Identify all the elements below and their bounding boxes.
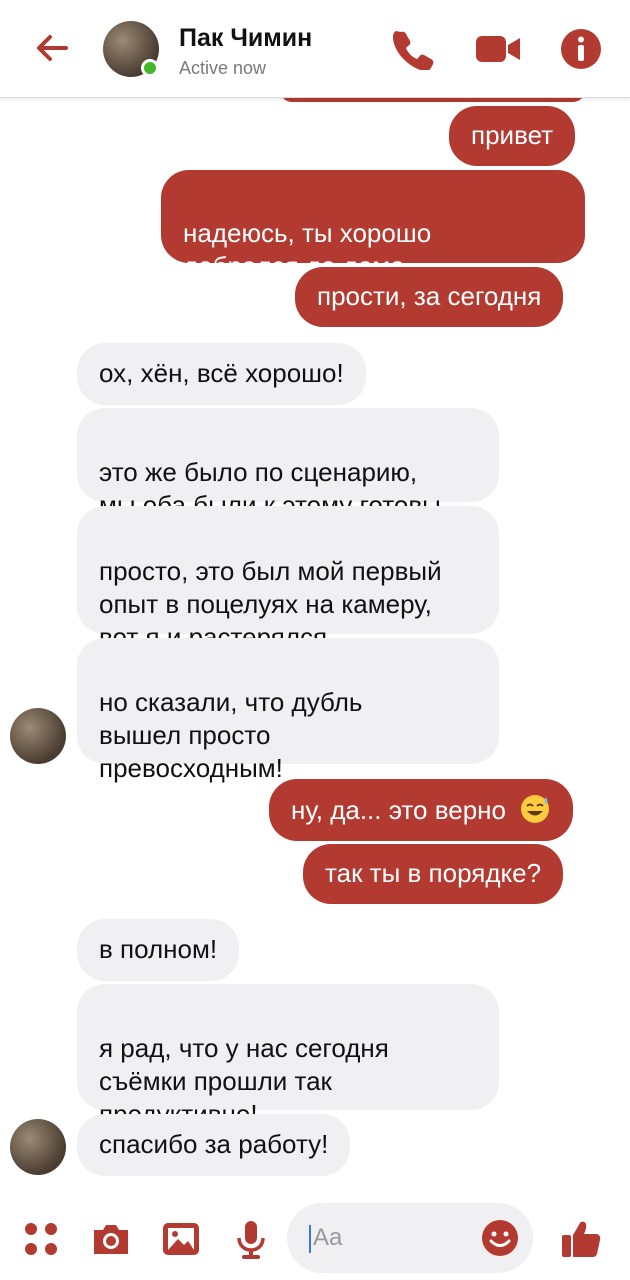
- chat-header: Пак Чимин Active now: [0, 0, 630, 98]
- text-caret: [309, 1225, 311, 1253]
- message-bubble-incoming[interactable]: но сказали, что дубль вышел просто прево…: [77, 638, 499, 783]
- message-bubble-outgoing[interactable]: надеюсь, ты хорошо добрался до дома: [161, 170, 585, 281]
- contact-status: Active now: [179, 58, 267, 78]
- message-bubble-incoming[interactable]: это же было по сценарию, мы оба были к э…: [77, 408, 499, 520]
- message-text: в полном!: [99, 934, 218, 964]
- message-text: прости, за сегодня: [317, 281, 542, 311]
- message-text: спасибо за работу!: [99, 1129, 329, 1159]
- contact-name[interactable]: Пак Чимин: [179, 24, 312, 53]
- camera-icon[interactable]: [90, 1218, 132, 1260]
- message-bubble-outgoing[interactable]: так ты в порядке?: [303, 844, 564, 904]
- message-text: так ты в порядке?: [325, 858, 542, 888]
- phone-icon[interactable]: [392, 28, 434, 70]
- sweat-smile-emoji-icon: [521, 795, 550, 823]
- emoji-icon[interactable]: [481, 1219, 519, 1257]
- more-apps-icon[interactable]: [20, 1218, 62, 1260]
- message-bubble-incoming[interactable]: спасибо за работу!: [77, 1114, 351, 1176]
- message-bubble-incoming[interactable]: в полном!: [77, 919, 240, 981]
- thumbs-up-icon[interactable]: [560, 1217, 602, 1259]
- message-bubble-outgoing[interactable]: привет: [449, 106, 576, 166]
- message-text: ну, да... это верно: [291, 795, 506, 825]
- info-icon[interactable]: [560, 28, 602, 70]
- message-input[interactable]: Aa: [287, 1203, 533, 1273]
- online-indicator: [141, 59, 159, 77]
- message-bubble-incoming[interactable]: просто, это был мой первый опыт в поцелу…: [77, 506, 499, 652]
- message-list: привет надеюсь, ты хорошо добрался до до…: [0, 0, 630, 1200]
- message-bubble-outgoing[interactable]: прости, за сегодня: [295, 267, 564, 327]
- message-bubble-outgoing[interactable]: ну, да... это верно: [269, 779, 574, 841]
- photo-gallery-icon[interactable]: [160, 1218, 202, 1260]
- message-text: но сказали, что дубль вышел просто прево…: [99, 687, 363, 783]
- message-input-placeholder: Aa: [313, 1224, 343, 1251]
- contact-avatar[interactable]: [10, 1119, 66, 1175]
- video-camera-icon[interactable]: [475, 28, 521, 70]
- contact-avatar[interactable]: [10, 708, 66, 764]
- message-text: привет: [471, 120, 554, 150]
- microphone-icon[interactable]: [230, 1218, 272, 1260]
- message-text: ох, хён, всё хорошо!: [99, 358, 344, 388]
- message-bubble-incoming[interactable]: я рад, что у нас сегодня съёмки прошли т…: [77, 984, 499, 1129]
- message-bubble-incoming[interactable]: ох, хён, всё хорошо!: [77, 343, 366, 405]
- back-arrow-icon[interactable]: [30, 26, 74, 70]
